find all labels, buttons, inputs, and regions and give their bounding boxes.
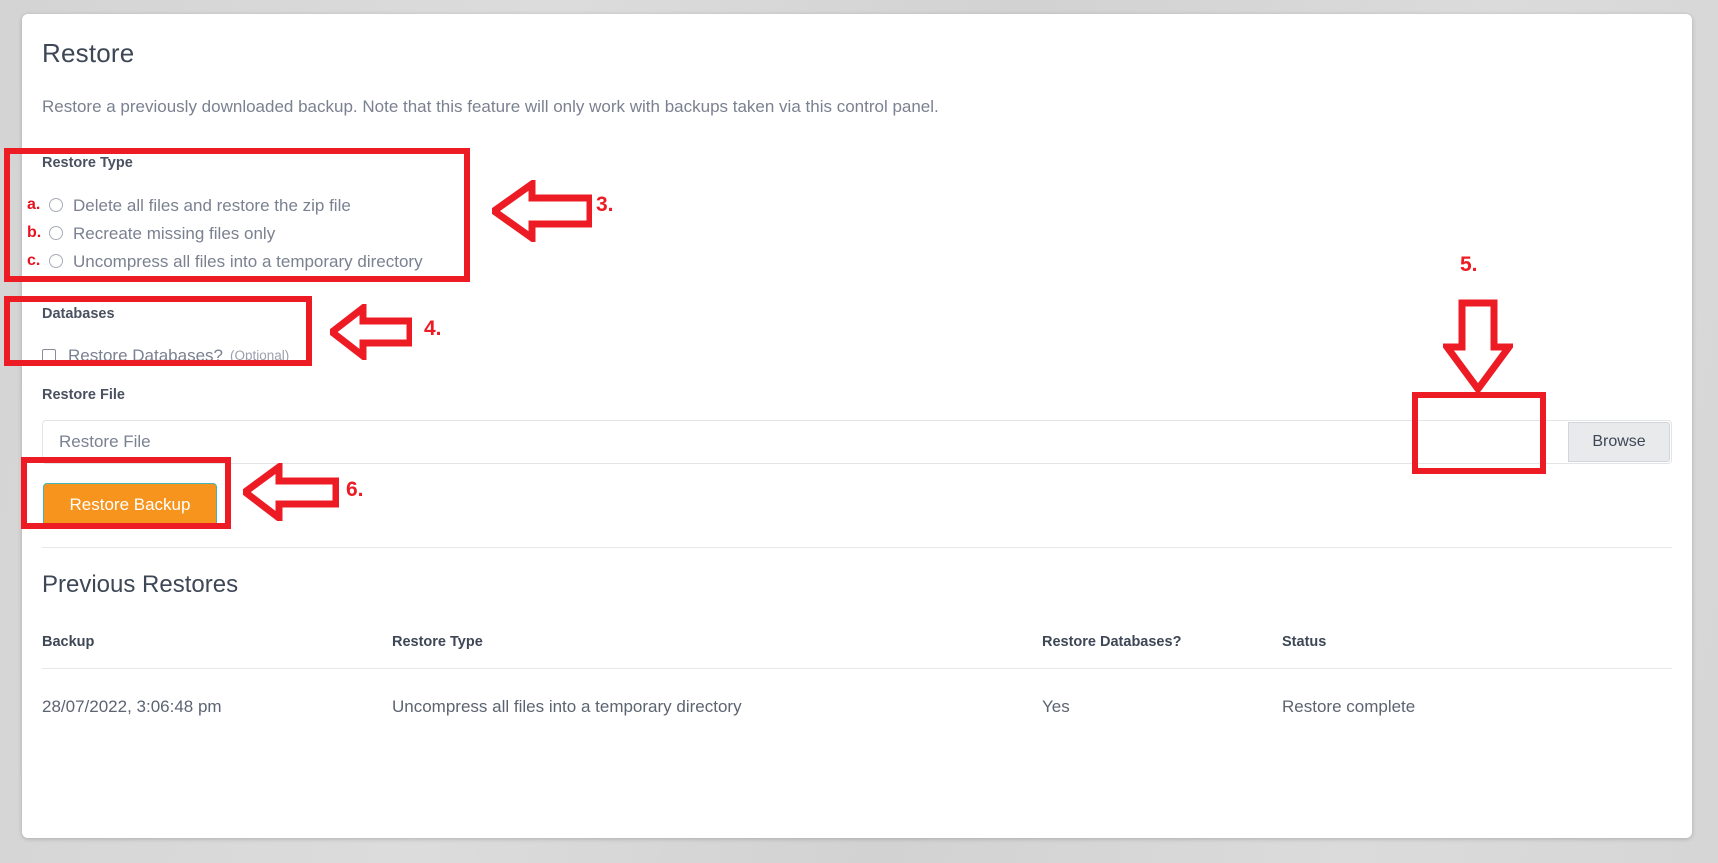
- column-header-status: Status: [1282, 634, 1672, 669]
- previous-restores-title: Previous Restores: [42, 571, 239, 598]
- option-marker-b: b.: [27, 224, 42, 241]
- restore-databases-label: Restore Databases?: [68, 346, 223, 365]
- annotation-arrow-6: [243, 463, 339, 521]
- restore-backup-button[interactable]: Restore Backup: [43, 483, 217, 527]
- option-label-a: Delete all files and restore the zip fil…: [73, 195, 351, 215]
- annotation-number-6: 6.: [346, 478, 364, 501]
- restore-type-option-a[interactable]: a. Delete all files and restore the zip …: [27, 196, 351, 214]
- checkbox-restore-databases[interactable]: [42, 348, 56, 363]
- annotation-arrow-4: [330, 304, 412, 360]
- cell-backup: 28/07/2022, 3:06:48 pm: [42, 697, 222, 716]
- page-title: Restore: [42, 38, 135, 68]
- browse-button[interactable]: Browse: [1568, 422, 1670, 462]
- annotation-arrow-5: [1443, 299, 1513, 392]
- section-divider: [42, 547, 1672, 548]
- restore-type-option-b[interactable]: b. Recreate missing files only: [27, 224, 275, 242]
- restore-file-placeholder[interactable]: Restore File: [43, 421, 1568, 463]
- column-header-restore-type: Restore Type: [392, 634, 1042, 669]
- column-header-restore-databases: Restore Databases?: [1042, 634, 1282, 669]
- table-row: 28/07/2022, 3:06:48 pm Uncompress all fi…: [42, 669, 1672, 718]
- cell-status: Restore complete: [1282, 697, 1416, 716]
- databases-label: Databases: [42, 306, 115, 322]
- annotation-arrow-3: [492, 180, 592, 242]
- option-label-c: Uncompress all files into a temporary di…: [73, 251, 423, 271]
- annotation-number-5: 5.: [1460, 253, 1478, 276]
- page-description: Restore a previously downloaded backup. …: [42, 97, 939, 116]
- optional-note: (Optional): [229, 348, 290, 363]
- table-header-row: Backup Restore Type Restore Databases? S…: [42, 634, 1672, 669]
- option-marker-c: c.: [27, 252, 41, 269]
- cell-restore-databases: Yes: [1042, 697, 1070, 716]
- option-label-b: Recreate missing files only: [73, 223, 276, 243]
- restore-file-input[interactable]: Restore File Browse: [42, 420, 1672, 464]
- annotation-number-4: 4.: [424, 317, 442, 340]
- restore-type-option-c[interactable]: c. Uncompress all files into a temporary…: [27, 252, 423, 270]
- radio-recreate-missing-files[interactable]: [49, 226, 63, 240]
- page-background: Restore Restore a previously downloaded …: [0, 0, 1718, 863]
- cell-restore-type: Uncompress all files into a temporary di…: [392, 697, 742, 716]
- radio-uncompress-temp-directory[interactable]: [49, 254, 63, 268]
- column-header-backup: Backup: [42, 634, 392, 669]
- annotation-number-3: 3.: [596, 193, 614, 216]
- restore-file-label: Restore File: [42, 387, 125, 403]
- restore-type-label: Restore Type: [42, 155, 133, 171]
- option-marker-a: a.: [27, 196, 41, 213]
- restore-card: Restore Restore a previously downloaded …: [22, 14, 1692, 838]
- radio-delete-all-files[interactable]: [49, 198, 63, 212]
- previous-restores-table: Backup Restore Type Restore Databases? S…: [42, 634, 1672, 717]
- restore-databases-row[interactable]: Restore Databases? (Optional): [42, 347, 289, 364]
